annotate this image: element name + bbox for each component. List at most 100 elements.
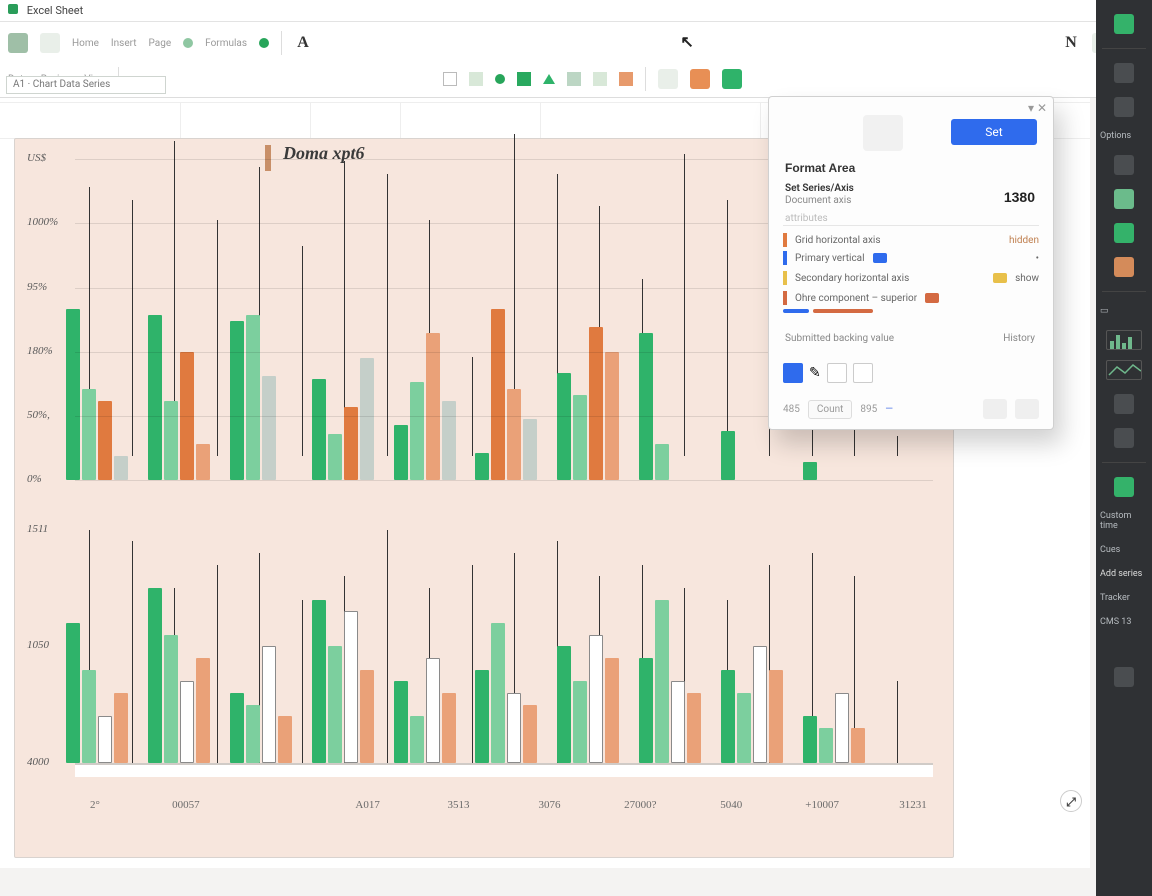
- bar-lower[interactable]: [851, 728, 865, 763]
- theme-button[interactable]: [722, 69, 742, 89]
- footer-view-list[interactable]: [1015, 399, 1039, 419]
- bar-upper[interactable]: [262, 376, 276, 480]
- panel-row-3[interactable]: Ohre component – superior: [783, 289, 1039, 307]
- bar-lower[interactable]: [312, 600, 326, 763]
- footer-link[interactable]: —: [885, 404, 893, 415]
- dock-image-icon[interactable]: [1114, 428, 1134, 448]
- panel-apply-button[interactable]: Set: [951, 119, 1037, 145]
- bar-upper[interactable]: [442, 401, 456, 481]
- bar-upper[interactable]: [491, 309, 505, 480]
- dock-series-icon[interactable]: [1114, 223, 1134, 243]
- fill-pale-swatch[interactable]: [593, 72, 607, 86]
- bar-upper[interactable]: [557, 373, 571, 480]
- panel-menu-icon[interactable]: ▾ ✕: [1028, 101, 1047, 115]
- font-sample[interactable]: A: [294, 35, 312, 51]
- panel-row-2[interactable]: Secondary horizontal axis show: [783, 269, 1039, 287]
- bar-upper[interactable]: [803, 462, 817, 480]
- bar-lower[interactable]: [721, 670, 735, 763]
- name-box[interactable]: A1 · Chart Data Series: [6, 76, 166, 94]
- bar-lower[interactable]: [164, 635, 178, 763]
- bar-lower[interactable]: [655, 600, 669, 763]
- bar-lower[interactable]: [573, 681, 587, 763]
- edit-icon[interactable]: ✎: [809, 365, 821, 381]
- bar-upper[interactable]: [114, 456, 128, 480]
- bar-upper[interactable]: [360, 358, 374, 480]
- bar-upper[interactable]: [721, 431, 735, 480]
- bar-upper[interactable]: [639, 333, 653, 480]
- bar-lower[interactable]: [737, 693, 751, 763]
- bar-lower[interactable]: [769, 670, 783, 763]
- picker-slot-1[interactable]: [827, 363, 847, 383]
- bar-lower[interactable]: [394, 681, 408, 763]
- bar-upper[interactable]: [230, 321, 244, 480]
- bar-upper[interactable]: [573, 395, 587, 481]
- bar-upper[interactable]: [196, 444, 210, 481]
- fill-green-swatch[interactable]: [517, 72, 531, 86]
- bar-upper[interactable]: [164, 401, 178, 481]
- slider-segment-b[interactable]: [813, 309, 873, 313]
- bar-lower[interactable]: [328, 646, 342, 763]
- bar-upper[interactable]: [98, 401, 112, 481]
- bar-upper[interactable]: [426, 333, 440, 480]
- cut-button[interactable]: [40, 33, 60, 53]
- dock-warn-icon[interactable]: [1114, 257, 1134, 277]
- bar-lower[interactable]: [819, 728, 833, 763]
- bar-upper[interactable]: [82, 389, 96, 481]
- tab-insert[interactable]: Insert: [111, 38, 137, 49]
- tab-formula[interactable]: Formulas: [205, 38, 247, 49]
- bar-upper[interactable]: [655, 444, 669, 481]
- dock-color-icon[interactable]: [1114, 189, 1134, 209]
- bar-lower[interactable]: [230, 693, 244, 763]
- footer-view-grid[interactable]: [983, 399, 1007, 419]
- bar-lower[interactable]: [687, 693, 701, 763]
- bar-lower[interactable]: [753, 646, 767, 763]
- bar-upper[interactable]: [66, 309, 80, 480]
- bar-upper[interactable]: [475, 453, 489, 481]
- bar-lower[interactable]: [507, 693, 521, 763]
- more-tools-button[interactable]: [658, 69, 678, 89]
- dock-panel-icon[interactable]: [1114, 155, 1134, 175]
- bar-lower[interactable]: [835, 693, 849, 763]
- bar-lower[interactable]: [360, 670, 374, 763]
- bar-lower[interactable]: [475, 670, 489, 763]
- fill-green-dot[interactable]: [495, 74, 505, 84]
- bar-lower[interactable]: [523, 705, 537, 763]
- bar-lower[interactable]: [66, 623, 80, 763]
- bar-lower[interactable]: [180, 681, 194, 763]
- bar-lower[interactable]: [98, 716, 112, 763]
- bar-lower[interactable]: [803, 716, 817, 763]
- insert-shape-icon[interactable]: [543, 74, 555, 84]
- fill-orange-swatch[interactable]: [619, 72, 633, 86]
- bar-upper[interactable]: [246, 315, 260, 480]
- dock-search-icon[interactable]: [1114, 63, 1134, 83]
- tab-home[interactable]: Home: [72, 38, 99, 49]
- bar-upper[interactable]: [410, 382, 424, 480]
- bar-upper[interactable]: [312, 379, 326, 480]
- fill-none-swatch[interactable]: [443, 72, 457, 86]
- bar-upper[interactable]: [328, 434, 342, 480]
- dock-logo-icon[interactable]: [1114, 14, 1134, 34]
- panel-row-1[interactable]: Primary vertical •: [783, 249, 1039, 267]
- dock-mini-bar[interactable]: [1106, 330, 1142, 350]
- bar-lower[interactable]: [491, 623, 505, 763]
- bar-lower[interactable]: [344, 611, 358, 763]
- fill-light-swatch[interactable]: [469, 72, 483, 86]
- fill-grey-swatch[interactable]: [567, 72, 581, 86]
- picker-slot-2[interactable]: [853, 363, 873, 383]
- tab-page[interactable]: Page: [149, 38, 172, 49]
- bar-lower[interactable]: [589, 635, 603, 763]
- bar-lower[interactable]: [148, 588, 162, 763]
- bar-upper[interactable]: [344, 407, 358, 480]
- bar-lower[interactable]: [557, 646, 571, 763]
- bar-lower[interactable]: [410, 716, 424, 763]
- dock-play-icon[interactable]: [1114, 477, 1134, 497]
- bar-lower[interactable]: [262, 646, 276, 763]
- bar-upper[interactable]: [507, 389, 521, 481]
- panel-row-0[interactable]: Grid horizontal axis hidden: [783, 231, 1039, 249]
- bar-upper[interactable]: [589, 327, 603, 480]
- bar-lower[interactable]: [246, 705, 260, 763]
- bar-lower[interactable]: [605, 658, 619, 763]
- bar-lower[interactable]: [278, 716, 292, 763]
- bar-lower[interactable]: [442, 693, 456, 763]
- bar-lower[interactable]: [114, 693, 128, 763]
